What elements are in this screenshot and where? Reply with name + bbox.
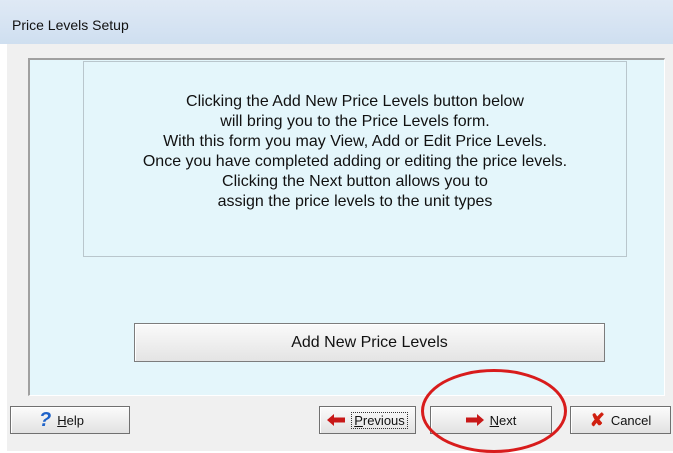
window-title: Price Levels Setup: [12, 17, 129, 33]
instruction-line: will bring you to the Price Levels form.: [220, 113, 490, 130]
instruction-line: Clicking the Add New Price Levels button…: [186, 93, 524, 110]
instructions-box: Clicking the Add New Price Levels button…: [83, 61, 627, 257]
arrow-left-icon: [327, 414, 346, 426]
previous-button[interactable]: Previous: [319, 406, 416, 434]
arrow-right-icon: [465, 414, 484, 426]
next-button[interactable]: Next: [430, 406, 552, 434]
previous-label: Previous: [351, 411, 408, 429]
instruction-line: Once you have completed adding or editin…: [142, 153, 568, 170]
instruction-line: With this form you may View, Add or Edit…: [163, 133, 547, 150]
dialog-client-area: Clicking the Add New Price Levels button…: [7, 44, 673, 453]
instruction-line: assign the price levels to the unit type…: [217, 193, 493, 210]
help-label: Help: [57, 412, 84, 428]
help-button[interactable]: ? Help: [10, 406, 130, 434]
content-panel: Clicking the Add New Price Levels button…: [28, 58, 665, 396]
next-label: Next: [489, 412, 517, 428]
add-new-price-levels-button[interactable]: Add New Price Levels: [134, 323, 605, 362]
add-new-price-levels-label: Add New Price Levels: [291, 333, 448, 351]
cancel-button[interactable]: ✘ Cancel: [570, 406, 671, 434]
instruction-line: Clicking the Next button allows you to: [222, 173, 488, 190]
title-bar: Price Levels Setup: [0, 0, 673, 44]
cancel-label: Cancel: [610, 412, 652, 428]
red-x-icon: ✘: [589, 410, 605, 430]
help-question-icon: ?: [39, 409, 52, 431]
instructions-text: Clicking the Add New Price Levels button…: [84, 62, 626, 212]
